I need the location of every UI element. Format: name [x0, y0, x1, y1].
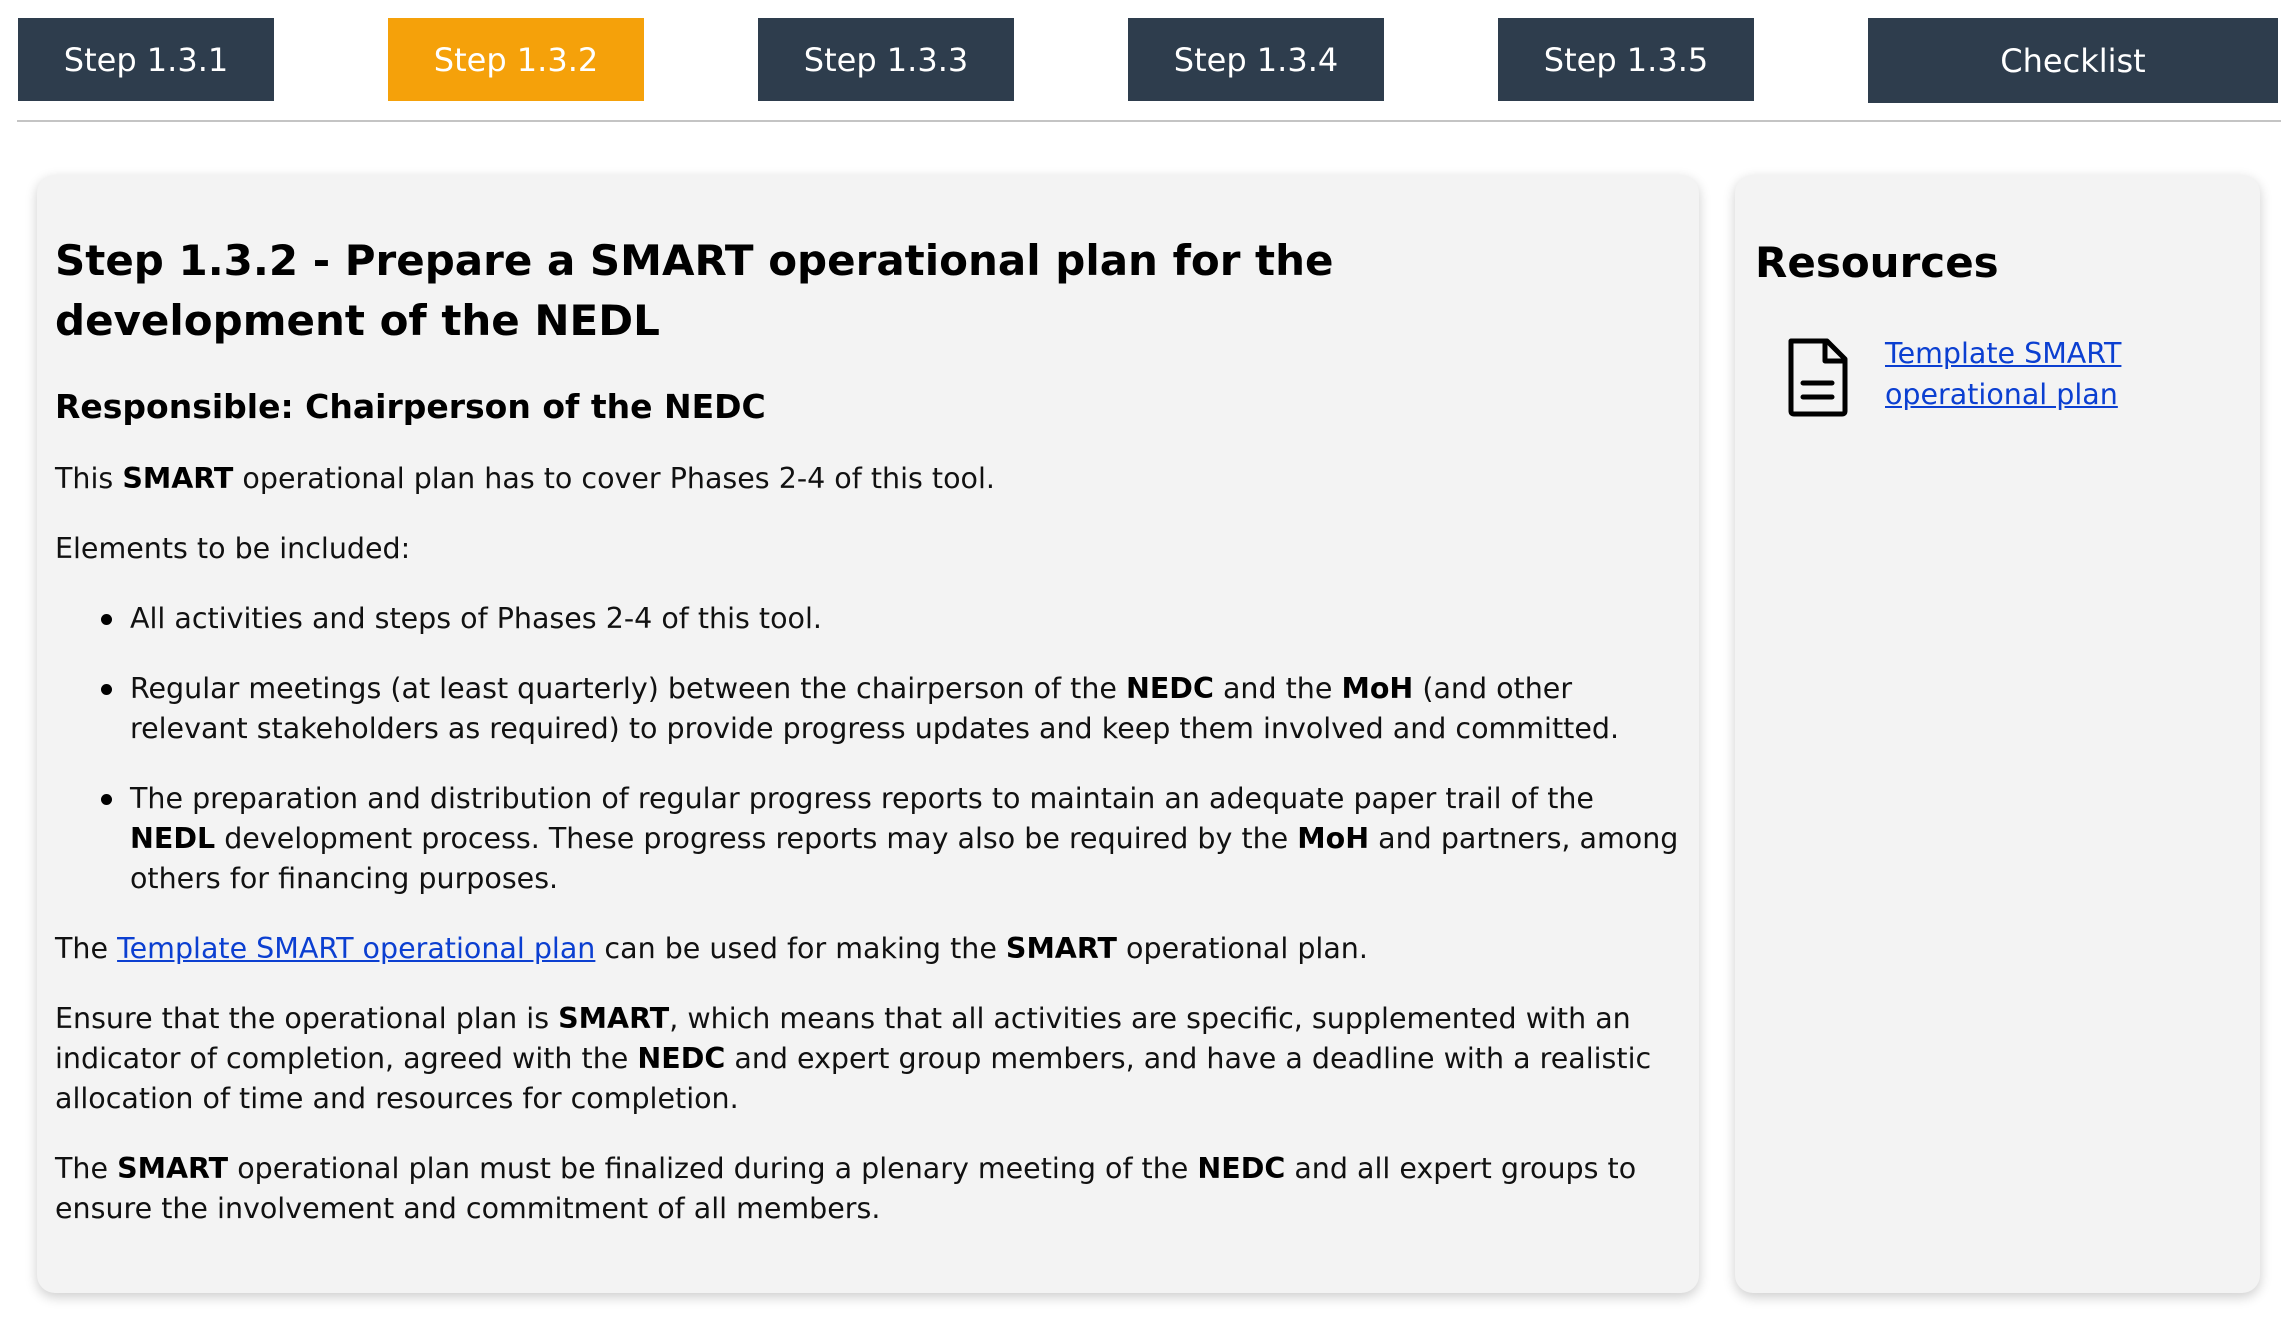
template-text: can be used for making the [595, 932, 1006, 965]
checklist-tab[interactable]: Checklist [1868, 18, 2278, 103]
bullet-text-part: Regular meetings (at least quarterly) be… [130, 672, 1126, 705]
step-tab-label: Step 1.3.4 [1173, 40, 1339, 79]
intro-text: This [55, 462, 123, 495]
intro-text: operational plan has to cover Phases 2-4… [233, 462, 995, 495]
bullet-text-part: The preparation and distribution of regu… [130, 782, 1594, 815]
intro-paragraph: This SMART operational plan has to cover… [55, 459, 1679, 499]
final-text: The [55, 1152, 118, 1185]
step-tab-1-3-5[interactable]: Step 1.3.5 [1498, 18, 1754, 101]
resources-card: Resources Template SMART operational pla… [1735, 175, 2260, 1293]
smart-term: SMART [122, 462, 234, 495]
list-item: Regular meetings (at least quarterly) be… [55, 669, 1679, 749]
list-item: The preparation and distribution of regu… [55, 779, 1679, 899]
smart-term: SMART [558, 1002, 670, 1035]
ensure-paragraph: Ensure that the operational plan is SMAR… [55, 999, 1679, 1119]
step-tab-1-3-3[interactable]: Step 1.3.3 [758, 18, 1014, 101]
step-tab-1-3-1[interactable]: Step 1.3.1 [18, 18, 274, 101]
template-smart-plan-link[interactable]: Template SMART operational plan [117, 932, 595, 965]
bullet-text: Regular meetings (at least quarterly) be… [130, 672, 1619, 745]
list-item: All activities and steps of Phases 2-4 o… [55, 599, 1679, 639]
nedc-term: NEDC [1125, 672, 1214, 705]
bullet-icon [101, 614, 112, 625]
template-text: The [55, 932, 118, 965]
bullet-icon [101, 794, 112, 805]
checklist-tab-label: Checklist [2000, 41, 2146, 80]
final-text: operational plan must be finalized durin… [228, 1152, 1198, 1185]
step-tab-label: Step 1.3.1 [63, 40, 229, 79]
step-tab-1-3-2[interactable]: Step 1.3.2 [388, 18, 644, 101]
step-content-card: Step 1.3.2 - Prepare a SMART operational… [37, 175, 1699, 1293]
final-paragraph: The SMART operational plan must be final… [55, 1149, 1679, 1229]
nedc-term: NEDC [1197, 1152, 1286, 1185]
moh-term: MoH [1297, 822, 1370, 855]
nav-divider [17, 120, 2281, 122]
smart-term: SMART [117, 1152, 229, 1185]
bullet-text: All activities and steps of Phases 2-4 o… [130, 602, 822, 635]
ensure-text: Ensure that the operational plan is [55, 1002, 559, 1035]
document-icon[interactable] [1785, 337, 1851, 417]
template-paragraph: The Template SMART operational plan can … [55, 929, 1679, 969]
bullet-icon [101, 684, 112, 695]
elements-heading: Elements to be included: [55, 532, 411, 565]
resources-title: Resources [1755, 238, 1999, 287]
bullet-text-part: development process. These progress repo… [215, 822, 1298, 855]
step-navigation: Step 1.3.1 Step 1.3.2 Step 1.3.3 Step 1.… [0, 0, 2293, 122]
moh-term: MoH [1341, 672, 1414, 705]
step-tab-label: Step 1.3.2 [433, 40, 599, 79]
elements-list: All activities and steps of Phases 2-4 o… [55, 599, 1679, 899]
nedl-term: NEDL [130, 822, 216, 855]
step-tab-label: Step 1.3.3 [803, 40, 969, 79]
responsible-heading: Responsible: Chairperson of the NEDC [55, 387, 766, 426]
step-tab-label: Step 1.3.5 [1543, 40, 1709, 79]
bullet-text: The preparation and distribution of regu… [130, 782, 1678, 895]
bullet-text-part: and the [1213, 672, 1342, 705]
template-text: operational plan. [1116, 932, 1368, 965]
smart-term: SMART [1005, 932, 1117, 965]
page: Step 1.3.1 Step 1.3.2 Step 1.3.3 Step 1.… [0, 0, 2293, 1319]
template-smart-plan-resource-link[interactable]: Template SMART operational plan [1885, 333, 2145, 415]
resource-item[interactable]: Template SMART operational plan [1755, 333, 2240, 417]
page-title: Step 1.3.2 - Prepare a SMART operational… [55, 236, 1334, 345]
step-tab-1-3-4[interactable]: Step 1.3.4 [1128, 18, 1384, 101]
nedc-term: NEDC [637, 1042, 726, 1075]
